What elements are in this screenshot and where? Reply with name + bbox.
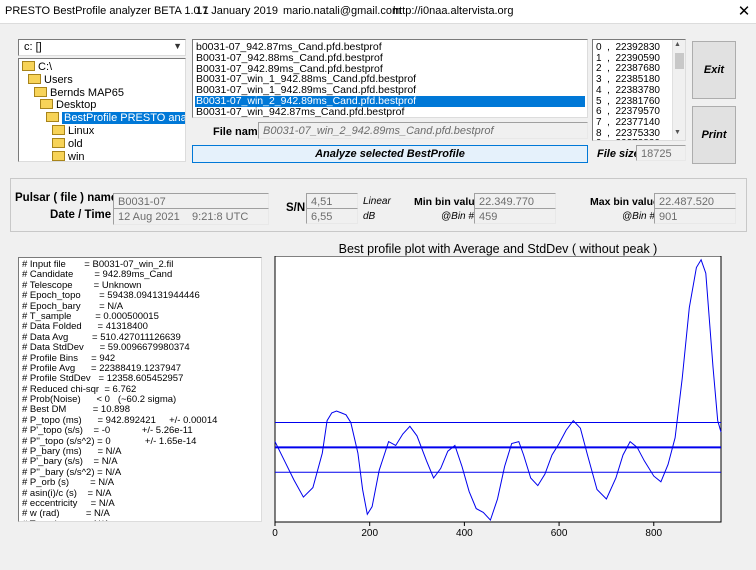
scroll-thumb[interactable] (675, 53, 684, 69)
tree-item-label: old (68, 137, 83, 150)
app-title: PRESTO BestProfile analyzer BETA 1.0.1 (5, 5, 209, 17)
folder-icon (46, 112, 59, 123)
datetime-label: Date / Time (50, 209, 112, 221)
x-tick-label: 0 (272, 528, 278, 539)
min-bin-field: 22.349.770 (474, 193, 556, 209)
sn-db-field: 6,55 (306, 208, 358, 224)
directory-tree[interactable]: C:\ Users Bernds MAP65 Desktop BestProfile P… (18, 58, 186, 162)
tree-item[interactable]: Linux (52, 125, 94, 138)
max-bin-label: Max bin value (590, 196, 659, 208)
plot-area (274, 256, 722, 523)
bestprof-info-text[interactable]: # Input file = B0031-07_win_2.fil # Candi… (18, 257, 262, 522)
tree-item[interactable]: win (52, 150, 85, 162)
info-line: # Data StdDev = 59.0096679980374 (22, 342, 190, 354)
x-tick-label: 800 (645, 528, 662, 539)
min-bin-index-field: 459 (474, 208, 556, 224)
bin-list-item[interactable]: 2 , 22387680 (596, 63, 660, 74)
folder-icon (52, 150, 65, 161)
website-url: http://i0naa.altervista.org (393, 5, 514, 17)
folder-icon (52, 125, 65, 135)
min-bin-label: Min bin value (414, 196, 481, 208)
datetime-field: 12 Aug 2021 9:21:8 UTC (113, 208, 269, 225)
app-date: 17 January 2019 (196, 5, 278, 17)
exit-button[interactable]: Exit (692, 41, 736, 99)
min-bin-index-label: @Bin # (441, 211, 474, 222)
folder-icon (40, 99, 53, 110)
folder-icon (28, 73, 41, 84)
bin-list-item[interactable]: 0 , 22392830 (596, 42, 660, 53)
title-bar: PRESTO BestProfile analyzer BETA 1.0.1 1… (0, 0, 756, 24)
pulsar-name-label: Pulsar ( file ) name (15, 192, 118, 204)
tree-item-label: Bernds MAP65 (50, 86, 124, 99)
file-list-item[interactable]: B0031-07_win_942.87ms_Cand.pfd.bestprof (195, 106, 585, 117)
date-value: 12 Aug 2021 (118, 211, 180, 223)
chart-title: Best profile plot with Average and StdDe… (338, 242, 658, 256)
bin-list-item[interactable]: 7 , 22377140 (596, 117, 660, 128)
max-bin-index-field: 901 (654, 208, 736, 224)
file-name-field: B0031-07_win_2_942.89ms_Cand.pfd.bestpro… (258, 122, 588, 139)
file-size-field: 18725 (636, 145, 686, 161)
x-tick-label: 200 (361, 528, 378, 539)
info-line: # T_peri = N/A (22, 519, 258, 521)
max-bin-index-label: @Bin # (622, 211, 655, 222)
folder-icon (52, 137, 65, 148)
sn-db-unit: dB (363, 211, 376, 222)
chevron-down-icon[interactable]: ▼ (173, 41, 182, 51)
author-email: mario.natali@gmail.com (283, 5, 402, 17)
info-line: # Epoch_topo = 59438.094131944446 (22, 290, 200, 302)
bin-value-list[interactable]: 9 , 223738308 , 223753307 , 223771406 , … (592, 39, 686, 141)
bin-list-item[interactable]: 5 , 22381760 (596, 96, 660, 107)
tree-item-label: Linux (68, 125, 95, 137)
bin-list-item[interactable]: 1 , 22390590 (596, 53, 660, 64)
x-tick-label: 400 (456, 528, 473, 539)
folder-icon (22, 61, 35, 71)
drive-select[interactable]: c: [] ▼ (18, 39, 186, 56)
scroll-up-icon[interactable]: ▲ (674, 41, 681, 48)
bin-list-item[interactable]: 9 , 22373830 (596, 138, 660, 140)
time-value: 9:21:8 UTC (192, 211, 249, 223)
file-name-label: File name (213, 126, 264, 138)
tree-item-label: BestProfile PRESTO analyzer 1.0.1.e (62, 112, 185, 125)
max-bin-field: 22.487.520 (654, 193, 736, 209)
tree-item[interactable]: old (52, 137, 83, 151)
tree-item-label: Users (44, 73, 73, 86)
tree-item[interactable]: Bernds MAP65 (34, 86, 124, 100)
bin-list-item[interactable]: 8 , 22375330 (596, 128, 660, 139)
profile-chart: 0 200 400 600 800 (272, 256, 722, 539)
bin-list-item[interactable]: 3 , 22385180 (596, 74, 660, 85)
scroll-down-icon[interactable]: ▼ (674, 129, 681, 136)
bin-list-item[interactable]: 6 , 22379570 (596, 106, 660, 117)
file-size-label: File size (597, 148, 640, 160)
drive-value: c: [] (24, 41, 42, 53)
tree-item[interactable]: Desktop (40, 99, 96, 112)
print-button[interactable]: Print (692, 106, 736, 164)
tree-item-label: Desktop (56, 99, 97, 112)
sn-label: S/N (286, 202, 306, 214)
analyze-button[interactable]: Analyze selected BestProfile (192, 145, 588, 163)
tree-item[interactable]: BestProfile PRESTO analyzer 1.0.1.e (46, 112, 185, 125)
tree-item[interactable]: C:\ (22, 61, 52, 74)
close-button[interactable]: ✕ (735, 3, 753, 21)
file-list[interactable]: b0031-07_942.87ms_Cand.pfd.bestprof B0031… (192, 39, 588, 118)
tree-item-label: win (68, 150, 85, 162)
sn-linear-field: 4,51 (306, 193, 358, 209)
sn-linear-unit: Linear (363, 196, 391, 207)
bin-list-scrollbar[interactable]: ▲ ▼ (672, 40, 685, 140)
tree-item[interactable]: Users (28, 73, 73, 87)
folder-icon (34, 86, 47, 97)
tree-item-label: C:\ (38, 61, 53, 73)
bin-list-item[interactable]: 4 , 22383780 (596, 85, 660, 96)
x-tick-label: 600 (551, 528, 568, 539)
